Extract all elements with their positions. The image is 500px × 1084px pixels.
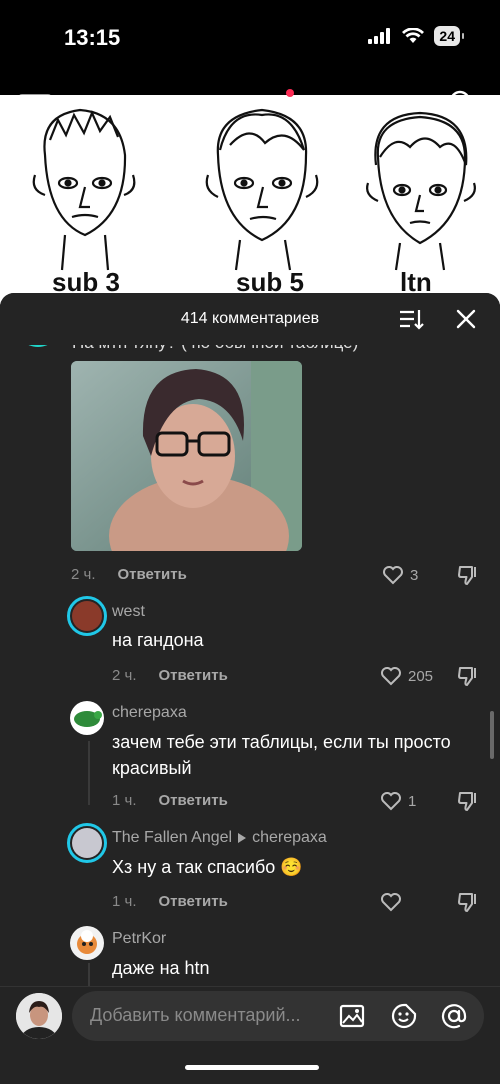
avatar[interactable]: [70, 926, 104, 960]
comment-meta: 1 ч. Ответить: [112, 792, 228, 809]
like-button[interactable]: [380, 892, 408, 912]
scrollbar[interactable]: [490, 711, 494, 759]
notification-dot: [286, 89, 294, 97]
live-button[interactable]: LIVE: [18, 94, 53, 112]
reply-button[interactable]: Ответить: [159, 792, 228, 809]
comment-username[interactable]: west: [112, 603, 145, 621]
comment-username-row: The Fallen Angel cherepaxa: [112, 829, 327, 847]
comment-username[interactable]: The Fallen Angel: [112, 829, 232, 847]
thread-line: [88, 741, 90, 805]
comment-username[interactable]: cherepaxa: [112, 704, 187, 722]
top-nav: LIVE STM Смотреть Подписки Рекомендации: [0, 80, 500, 126]
status-bar: 13:15 24: [0, 0, 500, 80]
dislike-icon[interactable]: [456, 891, 480, 913]
cellular-signal-icon: [368, 28, 391, 44]
like-button[interactable]: 205: [380, 666, 433, 686]
avatar[interactable]: [67, 596, 107, 636]
comment-text: на гандона: [112, 630, 204, 650]
video-player[interactable]: sub 3 sub 5 ltn: [0, 95, 500, 305]
reply-to-username[interactable]: cherepaxa: [252, 829, 327, 847]
comment-image[interactable]: [71, 361, 302, 551]
wifi-icon: [402, 28, 425, 43]
comment-meta: 2 ч. Ответить: [112, 667, 228, 684]
comment-text: даже на htn: [112, 958, 210, 978]
heart-icon: [381, 792, 401, 811]
tab-stm[interactable]: STM: [70, 94, 104, 112]
emoji-icon[interactable]: [390, 1002, 418, 1030]
comment-input-bar: Добавить комментарий...: [0, 986, 500, 1084]
dislike-icon[interactable]: [456, 665, 480, 687]
tab-following[interactable]: Подписки: [217, 94, 294, 112]
heart-icon: [381, 667, 401, 686]
tab-for-you[interactable]: Рекомендации: [312, 94, 428, 112]
comments-header: 414 комментариев: [0, 293, 500, 345]
comment-count: 414 комментариев: [180, 310, 320, 327]
avatar[interactable]: [67, 823, 107, 863]
reply-arrow-icon: [238, 833, 247, 843]
reply-button[interactable]: Ответить: [118, 566, 187, 583]
mention-icon[interactable]: [440, 1002, 468, 1030]
my-avatar: [16, 993, 62, 1039]
comment-meta: 1 ч. Ответить: [112, 893, 228, 910]
heart-icon: [381, 893, 401, 912]
comment-time: 2 ч.: [71, 566, 96, 583]
comment-input-placeholder: Добавить комментарий...: [90, 1005, 301, 1025]
search-icon[interactable]: [448, 89, 476, 117]
comment-meta: 2 ч. Ответить: [71, 566, 187, 583]
close-icon[interactable]: [454, 307, 478, 331]
like-count: 3: [410, 566, 419, 584]
comment-input[interactable]: Добавить комментарий...: [72, 991, 484, 1041]
battery-indicator: 24: [434, 26, 464, 46]
like-button[interactable]: 3: [382, 565, 418, 585]
dislike-icon[interactable]: [456, 790, 480, 812]
status-time: 13:15: [64, 25, 121, 50]
reply-button[interactable]: Ответить: [159, 667, 228, 684]
tab-watch[interactable]: Смотреть: [122, 94, 199, 112]
like-count: 1: [408, 792, 417, 810]
like-count: 205: [408, 667, 434, 685]
comments-sheet: На мтн тяну? ( по обычной таблице) 414 к…: [0, 293, 500, 1084]
home-indicator: [185, 1065, 319, 1070]
comment-time: 1 ч.: [112, 792, 137, 809]
image-icon[interactable]: [338, 1002, 366, 1030]
avatar[interactable]: [70, 701, 104, 735]
comment-text: Хз ну а так спасибо ☺️: [112, 857, 303, 877]
dislike-icon[interactable]: [456, 564, 480, 586]
comment-time: 2 ч.: [112, 667, 137, 684]
comment-time: 1 ч.: [112, 893, 137, 910]
sort-icon[interactable]: [398, 307, 424, 331]
comment-text: зачем тебе эти таблицы, если ты просто к…: [112, 732, 451, 778]
reply-button[interactable]: Ответить: [159, 893, 228, 910]
heart-icon: [383, 566, 403, 585]
like-button[interactable]: 1: [380, 791, 416, 811]
status-icons: 24: [368, 26, 464, 46]
comment-username[interactable]: PetrKor: [112, 930, 166, 948]
